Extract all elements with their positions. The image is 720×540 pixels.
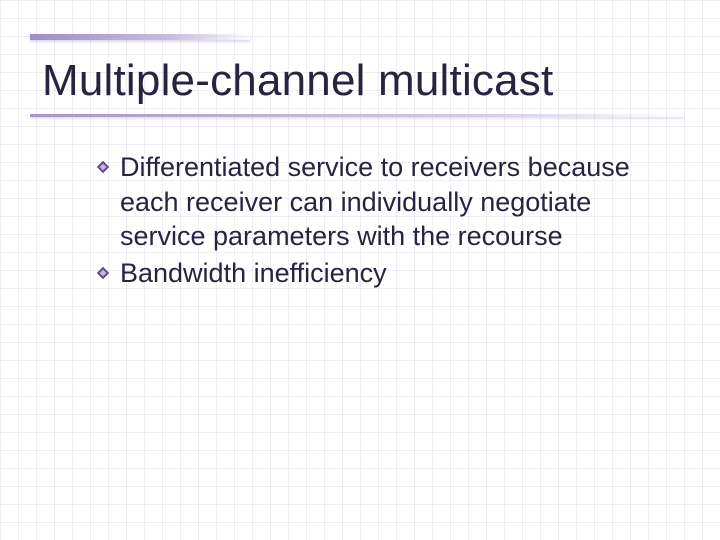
list-item: Bandwidth inefficiency (96, 256, 660, 291)
list-item-text: Differentiated service to receivers beca… (120, 150, 660, 254)
diamond-bullet-icon (96, 266, 110, 280)
title-underline (30, 114, 684, 117)
diamond-bullet-icon (96, 160, 110, 174)
slide-body: Differentiated service to receivers beca… (96, 150, 660, 292)
top-accent-bar (30, 34, 250, 40)
list-item-text: Bandwidth inefficiency (120, 256, 387, 291)
slide: Multiple-channel multicast Differentiate… (0, 0, 720, 540)
slide-title: Multiple-channel multicast (42, 56, 553, 106)
list-item: Differentiated service to receivers beca… (96, 150, 660, 254)
